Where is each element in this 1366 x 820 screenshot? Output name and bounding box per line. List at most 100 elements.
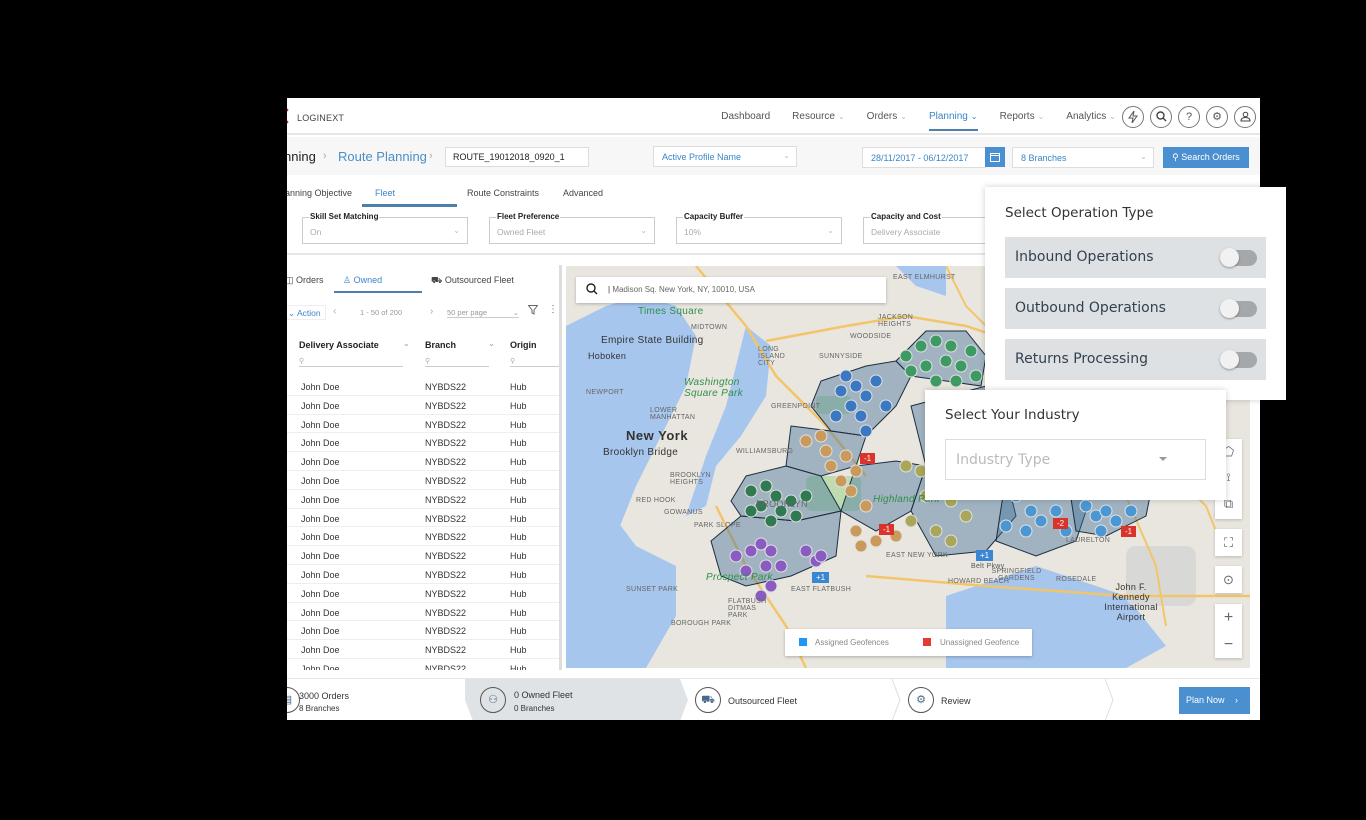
breadcrumb-route-planning[interactable]: Route Planning xyxy=(338,149,427,164)
tab-fleet[interactable]: Fleet xyxy=(362,188,457,207)
cell-branch: NYBDS22 xyxy=(425,457,467,468)
order-marker xyxy=(859,499,873,513)
fullscreen-icon[interactable]: ⛶ xyxy=(1215,529,1242,556)
cell-associate: John Doe xyxy=(301,382,340,392)
nav-reports[interactable]: Reports ⌄ xyxy=(1000,98,1045,135)
table-row[interactable]: John Doe NYBDS22 Hub xyxy=(287,621,559,641)
action-button[interactable]: ⌄ Action xyxy=(287,305,326,320)
unassigned-checkbox[interactable] xyxy=(923,638,931,646)
step-owned-fleet[interactable]: ⚇ 0 Owned Fleet 0 Branches xyxy=(480,679,680,720)
step-outsourced-fleet[interactable]: ⛟ Outsourced Fleet xyxy=(695,679,895,720)
branch-filter-input[interactable]: ⚲ xyxy=(425,357,489,367)
table-row[interactable]: John Doe NYBDS22 Hub xyxy=(287,377,559,396)
field-label: Capacity Buffer xyxy=(683,212,745,221)
nav-orders[interactable]: Orders ⌄ xyxy=(867,98,907,135)
map-label: RED HOOK xyxy=(636,497,676,504)
column-branch[interactable]: Branch xyxy=(425,340,456,350)
nav-dashboard[interactable]: Dashboard xyxy=(721,98,770,135)
outbound-toggle[interactable] xyxy=(1220,299,1257,318)
unassigned-badge[interactable]: -1 xyxy=(879,524,895,535)
next-page-button[interactable]: › xyxy=(430,306,433,317)
map-search-input[interactable]: | Madison Sq. New York, NY, 10010, USA xyxy=(576,277,886,303)
zoom-in-icon[interactable]: + xyxy=(1215,604,1242,631)
tab-route-constraints[interactable]: Route Constraints xyxy=(467,188,539,207)
assigned-checkbox[interactable] xyxy=(799,638,807,646)
active-tab-indicator xyxy=(334,291,422,293)
table-row[interactable]: John Doe NYBDS22 Hub xyxy=(287,396,559,415)
table-row[interactable]: John Doe NYBDS22 Hub xyxy=(287,565,559,584)
order-marker xyxy=(969,369,983,383)
table-row[interactable]: John Doe NYBDS22 Hub xyxy=(287,527,559,547)
step-orders[interactable]: ▤ 3000 Orders 8 Branches xyxy=(287,679,467,720)
table-row[interactable]: John Doe NYBDS22 Hub xyxy=(287,584,559,603)
capacity-buffer-select[interactable]: Capacity Buffer 10% ⌄ xyxy=(676,212,842,244)
prev-page-button[interactable]: ‹ xyxy=(333,306,336,317)
unassigned-badge[interactable]: -1 xyxy=(1121,526,1137,537)
table-row[interactable]: John Doe NYBDS22 Hub xyxy=(287,546,559,565)
user-icon[interactable] xyxy=(1234,105,1256,128)
skill-set-matching-select[interactable]: Skill Set Matching On ⌄ xyxy=(302,212,468,244)
table-row[interactable]: John Doe NYBDS22 Hub xyxy=(287,659,559,670)
table-row[interactable]: John Doe NYBDS22 Hub xyxy=(287,452,559,471)
origin-filter-input[interactable]: ⚲ xyxy=(510,357,559,367)
chevron-down-icon[interactable]: ⌄ xyxy=(488,339,495,348)
search-orders-button[interactable]: ⚲ Search Orders xyxy=(1163,147,1249,168)
branches-select[interactable]: 8 Branches ⌄ xyxy=(1012,147,1154,168)
tab-owned[interactable]: ♙ Owned xyxy=(343,275,382,286)
search-icon[interactable] xyxy=(1150,105,1172,128)
tab-advanced[interactable]: Advanced xyxy=(563,188,603,207)
locate-icon[interactable]: ⊙ xyxy=(1215,566,1242,593)
settings-icon[interactable]: ⚙ xyxy=(1206,105,1228,128)
table-row[interactable]: John Doe NYBDS22 Hub xyxy=(287,415,559,434)
cell-associate: John Doe xyxy=(301,438,340,449)
tab-orders[interactable]: ◫ Orders xyxy=(287,275,324,286)
map-label: PARK SLOPE xyxy=(694,522,741,529)
date-range-input[interactable]: 28/11/2017 - 06/12/2017 xyxy=(862,147,986,168)
order-marker xyxy=(744,484,758,498)
table-row[interactable]: John Doe NYBDS22 Hub xyxy=(287,640,559,659)
chevron-down-icon[interactable]: ⌄ xyxy=(403,339,410,348)
associate-filter-input[interactable]: ⚲ xyxy=(299,357,403,367)
table-row[interactable]: John Doe NYBDS22 Hub xyxy=(287,471,559,490)
filter-icon[interactable] xyxy=(527,305,539,317)
top-navigation: LOGINEXT Dashboard Resource ⌄ Orders ⌄ Pla… xyxy=(287,98,1260,135)
option-label: Outbound Operations xyxy=(1015,300,1166,316)
step-review[interactable]: ⚙ Review xyxy=(908,679,1108,720)
returns-toggle[interactable] xyxy=(1220,350,1257,369)
order-marker xyxy=(999,519,1013,533)
unassigned-badge[interactable]: -1 xyxy=(860,453,876,464)
per-page-select[interactable]: 50 per page ⌄ xyxy=(447,308,519,318)
plan-now-button[interactable]: Plan Now › xyxy=(1179,687,1250,714)
table-row[interactable]: John Doe NYBDS22 Hub xyxy=(287,433,559,453)
profile-select[interactable]: Active Profile Name ⌄ xyxy=(653,146,797,167)
fleet-preference-select[interactable]: Fleet Preference Owned Fleet ⌄ xyxy=(489,212,655,244)
nav-planning[interactable]: Planning ⌄ xyxy=(928,98,978,135)
table-row[interactable]: John Doe NYBDS22 Hub xyxy=(287,603,559,622)
assigned-badge[interactable]: +1 xyxy=(812,572,830,583)
nav-analytics[interactable]: Analytics ⌄ xyxy=(1066,98,1116,135)
inbound-toggle[interactable] xyxy=(1220,248,1257,267)
breadcrumb-planning[interactable]: nning xyxy=(287,149,316,164)
column-delivery-associate[interactable]: Delivery Associate xyxy=(299,340,379,350)
more-options-icon[interactable]: ⋮ xyxy=(548,304,558,315)
column-origin[interactable]: Origin xyxy=(510,340,537,350)
lightning-icon[interactable] xyxy=(1122,105,1144,128)
returns-processing-option[interactable]: Returns Processing xyxy=(1005,339,1266,380)
unassigned-badge[interactable]: -2 xyxy=(1053,518,1069,529)
assigned-badge[interactable]: +1 xyxy=(976,550,994,561)
calendar-button[interactable] xyxy=(985,147,1005,167)
nav-resource[interactable]: Resource ⌄ xyxy=(792,98,845,135)
table-row[interactable]: John Doe NYBDS22 Hub xyxy=(287,509,559,528)
cell-origin: Hub xyxy=(510,607,527,618)
outbound-operations-option[interactable]: Outbound Operations xyxy=(1005,288,1266,329)
inbound-operations-option[interactable]: Inbound Operations xyxy=(1005,237,1266,278)
route-name-input[interactable]: ROUTE_19012018_0920_1 xyxy=(445,147,589,167)
help-icon[interactable]: ? xyxy=(1178,105,1200,128)
industry-type-select[interactable]: Industry Type xyxy=(945,439,1206,480)
tab-planning-objective[interactable]: anning Objective xyxy=(287,188,352,207)
map-label: LOWER MANHATTAN xyxy=(650,407,696,421)
tab-outsourced-fleet[interactable]: ⛟ Outsourced Fleet xyxy=(431,275,514,287)
table-row[interactable]: John Doe NYBDS22 Hub xyxy=(287,490,559,509)
zoom-out-icon[interactable]: − xyxy=(1215,631,1242,658)
field-value: 10% xyxy=(684,227,702,237)
